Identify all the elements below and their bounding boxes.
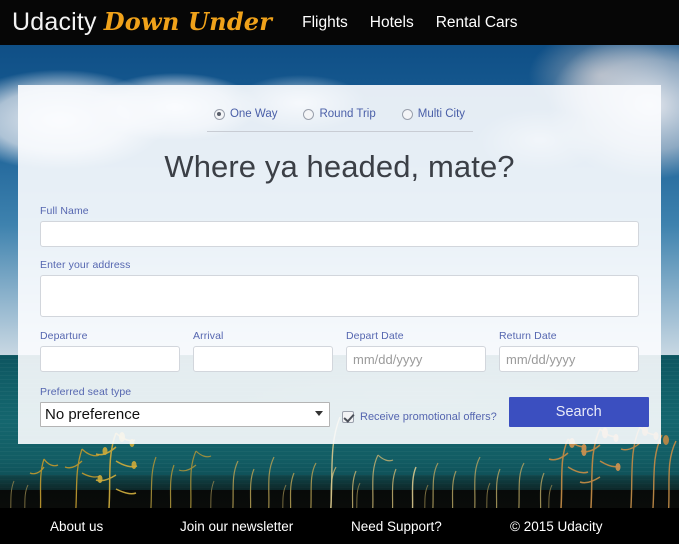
full-name-group: Full Name bbox=[40, 205, 639, 247]
address-group: Enter your address bbox=[40, 259, 639, 317]
radio-icon-round-trip[interactable] bbox=[303, 108, 315, 120]
search-button[interactable]: Search bbox=[508, 397, 649, 427]
site-logo[interactable]: Udacity Down Under bbox=[12, 10, 272, 35]
departure-group: Departure bbox=[40, 330, 180, 372]
trip-type-one-way[interactable]: One Way bbox=[213, 108, 278, 120]
footer-link-about-us[interactable]: About us bbox=[50, 519, 103, 534]
site-header: Udacity Down Under Flights Hotels Rental … bbox=[0, 0, 679, 45]
nav-link-rental-cars[interactable]: Rental Cars bbox=[436, 14, 518, 32]
return-date-group: Return Date bbox=[499, 330, 639, 372]
arrival-label: Arrival bbox=[193, 330, 224, 342]
footer-copyright: © 2015 Udacity bbox=[510, 518, 603, 534]
nav-link-flights[interactable]: Flights bbox=[302, 14, 348, 32]
footer-link-support[interactable]: Need Support? bbox=[351, 519, 442, 534]
footer-link-newsletter[interactable]: Join our newsletter bbox=[180, 519, 293, 534]
trip-type-multi-city-label: Multi City bbox=[417, 108, 466, 120]
flight-search-form: Full Name Enter your address Departure A… bbox=[18, 205, 661, 427]
radio-icon-one-way[interactable] bbox=[213, 108, 225, 120]
brand-primary-text: Udacity bbox=[12, 8, 97, 36]
form-bottom-row: Preferred seat type No preferenceAisleWi… bbox=[40, 386, 649, 427]
route-and-dates-row: Departure Arrival Depart Date Return Dat… bbox=[40, 330, 639, 372]
full-name-label: Full Name bbox=[40, 205, 89, 217]
address-input[interactable] bbox=[40, 275, 639, 317]
trip-type-one-way-label: One Way bbox=[229, 108, 278, 120]
address-label: Enter your address bbox=[40, 259, 131, 271]
departure-input[interactable] bbox=[40, 346, 180, 372]
nav-link-hotels[interactable]: Hotels bbox=[370, 14, 414, 32]
trip-type-group: One Way Round Trip Multi City bbox=[18, 85, 661, 120]
brand-secondary-text: Down Under bbox=[103, 7, 273, 36]
return-date-label: Return Date bbox=[499, 330, 557, 342]
arrival-input[interactable] bbox=[193, 346, 333, 372]
checkbox-icon-promo[interactable] bbox=[342, 411, 354, 423]
promo-checkbox-label: Receive promotional offers? bbox=[360, 411, 497, 423]
promo-checkbox-group[interactable]: Receive promotional offers? bbox=[342, 411, 497, 427]
seat-type-select-wrap: No preferenceAisleWindowMiddle bbox=[40, 402, 330, 427]
departure-label: Departure bbox=[40, 330, 88, 342]
page-title: Where ya headed, mate? bbox=[164, 149, 515, 184]
seat-type-label: Preferred seat type bbox=[40, 386, 132, 398]
seat-type-group: Preferred seat type No preferenceAisleWi… bbox=[40, 386, 330, 427]
trip-type-multi-city[interactable]: Multi City bbox=[401, 108, 466, 120]
trip-type-round-trip[interactable]: Round Trip bbox=[303, 108, 376, 120]
depart-date-group: Depart Date bbox=[346, 330, 486, 372]
seat-type-select[interactable]: No preferenceAisleWindowMiddle bbox=[40, 402, 330, 427]
main-navigation: Flights Hotels Rental Cars bbox=[302, 14, 517, 32]
search-form-panel: One Way Round Trip Multi City Where ya h… bbox=[18, 85, 661, 444]
depart-date-label: Depart Date bbox=[346, 330, 404, 342]
full-name-input[interactable] bbox=[40, 221, 639, 247]
radio-icon-multi-city[interactable] bbox=[401, 108, 413, 120]
trip-type-round-trip-label: Round Trip bbox=[319, 108, 376, 120]
page-root: Udacity Down Under Flights Hotels Rental … bbox=[0, 0, 679, 544]
section-divider bbox=[206, 131, 473, 132]
arrival-group: Arrival bbox=[193, 330, 333, 372]
return-date-input[interactable] bbox=[499, 346, 639, 372]
depart-date-input[interactable] bbox=[346, 346, 486, 372]
site-footer: About us Join our newsletter Need Suppor… bbox=[0, 508, 679, 544]
